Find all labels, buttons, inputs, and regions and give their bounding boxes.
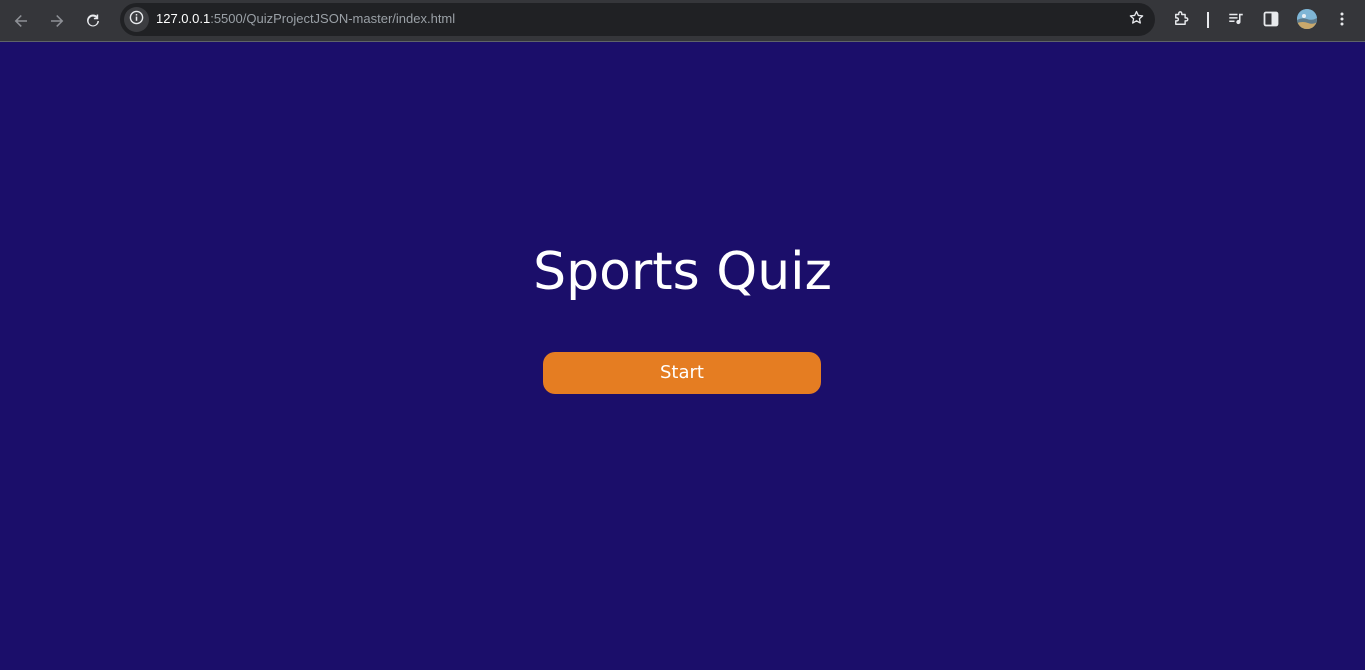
url-path: :5500/QuizProjectJSON-master/index.html: [210, 11, 456, 26]
forward-button[interactable]: [43, 7, 71, 35]
side-panel-button[interactable]: [1257, 7, 1285, 35]
extensions-button[interactable]: [1167, 7, 1195, 35]
reload-icon: [85, 13, 101, 29]
reload-button[interactable]: [79, 7, 107, 35]
puzzle-icon: [1172, 10, 1190, 33]
browser-menu-button[interactable]: [1328, 7, 1356, 35]
url-host: 127.0.0.1: [156, 11, 211, 26]
avatar[interactable]: [1297, 9, 1317, 29]
start-button[interactable]: Start: [543, 352, 821, 394]
browser-toolbar: 127.0.0.1:5500/QuizProjectJSON-master/in…: [0, 0, 1365, 42]
bookmark-button[interactable]: [1124, 7, 1149, 32]
kebab-menu-icon: [1334, 11, 1350, 32]
back-arrow-icon: [13, 13, 29, 29]
back-button[interactable]: [7, 7, 35, 35]
toolbar-divider: [1207, 12, 1209, 28]
site-info-button[interactable]: [124, 7, 149, 32]
info-icon: [129, 10, 144, 30]
url-text[interactable]: 127.0.0.1:5500/QuizProjectJSON-master/in…: [156, 11, 455, 27]
page-title: Sports Quiz: [533, 242, 832, 302]
media-controls-button[interactable]: [1222, 7, 1250, 35]
address-bar[interactable]: 127.0.0.1:5500/QuizProjectJSON-master/in…: [120, 3, 1155, 36]
forward-arrow-icon: [49, 13, 65, 29]
side-panel-icon: [1263, 11, 1279, 32]
media-playlist-icon: [1227, 10, 1245, 33]
page-viewport: Sports Quiz Start: [0, 43, 1365, 670]
star-icon: [1128, 9, 1145, 31]
